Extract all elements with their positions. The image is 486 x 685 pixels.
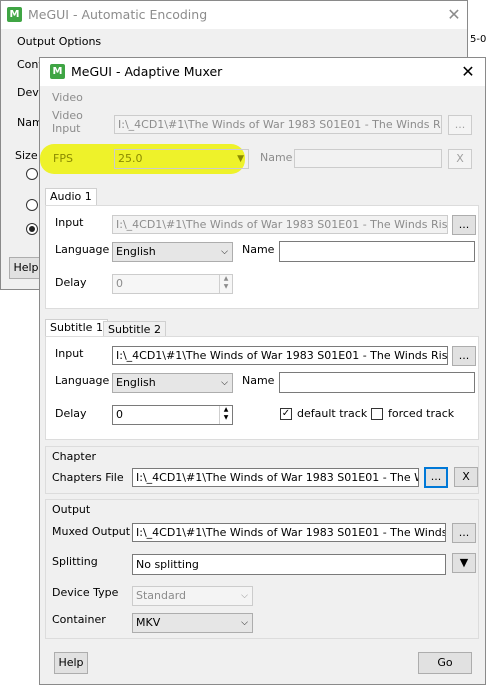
bg-size-radio-3[interactable] [26, 223, 38, 235]
output-options-group-label: Output Options [17, 35, 102, 48]
chapters-file-field[interactable]: I:\_4CD1\#1\The Winds of War 1983 S01E01… [132, 468, 419, 487]
bg-help-button[interactable]: Help [9, 257, 43, 279]
bg-size-label: Size [15, 149, 38, 162]
spin-arrows-icon[interactable]: ▲ ▼ [219, 275, 232, 293]
video-group-label: Video [52, 91, 83, 104]
subtitle-input-field[interactable]: I:\_4CD1\#1\The Winds of War 1983 S01E01… [112, 346, 448, 365]
chevron-down-icon: ⌵ [221, 247, 228, 257]
fps-value: 25.0 [118, 152, 143, 165]
subtitle-panel: Input I:\_4CD1\#1\The Winds of War 1983 … [45, 336, 479, 440]
subtitle-language-value: English [116, 376, 156, 389]
muxed-output-label: Muxed Output [52, 525, 131, 538]
audio-delay-label: Delay [55, 276, 87, 289]
audio-name-label: Name [242, 243, 275, 256]
audio-language-label: Language [55, 243, 110, 256]
container-value: MKV [136, 616, 161, 629]
bg-right-edge-text: 5-01 [470, 34, 486, 45]
megui-app-icon: M [50, 64, 65, 79]
subtitle-delay-label: Delay [55, 407, 87, 420]
audio-name-field[interactable] [279, 241, 475, 262]
video-browse-button[interactable]: ... [448, 115, 472, 135]
chapter-group-label: Chapter [52, 450, 96, 463]
bg-close-icon[interactable]: ✕ [446, 7, 462, 23]
splitting-field: No splitting [132, 554, 446, 575]
adaptive-muxer-dialog: M MeGUI - Adaptive Muxer ✕ Video Video I… [39, 57, 486, 685]
subtitle-delay-stepper[interactable]: 0 ▲ ▼ [112, 405, 233, 425]
subtitle-input-label: Input [55, 347, 84, 360]
subtitle-language-label: Language [55, 374, 110, 387]
chevron-down-icon: ⌵ [241, 591, 248, 601]
muxed-output-browse-button[interactable]: ... [452, 523, 476, 543]
device-type-label: Device Type [52, 586, 119, 599]
fps-label: FPS [53, 152, 73, 165]
splitting-label: Splitting [52, 555, 98, 568]
audio-input-field[interactable]: I:\_4CD1\#1\The Winds of War 1983 S01E01… [112, 215, 448, 234]
fps-select[interactable]: 25.0 ▼ [114, 149, 249, 169]
megui-app-icon: M [7, 7, 22, 22]
subtitle-delay-value: 0 [116, 408, 123, 421]
device-type-value: Standard [136, 589, 187, 602]
muxed-output-field[interactable]: I:\_4CD1\#1\The Winds of War 1983 S01E01… [132, 523, 446, 542]
video-name-label: Name [260, 151, 293, 164]
audio-delay-value: 0 [116, 277, 123, 290]
device-type-select[interactable]: Standard ⌵ [132, 586, 253, 606]
audio-delay-stepper[interactable]: 0 ▲ ▼ [112, 274, 233, 294]
container-select[interactable]: MKV ⌵ [132, 613, 253, 633]
video-input-label-line1: Video [52, 109, 83, 122]
chapters-browse-button[interactable]: ... [424, 467, 448, 488]
bg-window-title: MeGUI - Automatic Encoding [28, 7, 208, 22]
subtitle-name-field[interactable] [279, 372, 475, 393]
video-clear-button[interactable]: X [448, 149, 472, 169]
triangle-down-icon: ▼ [459, 556, 469, 569]
chapters-file-label: Chapters File [52, 471, 124, 484]
subtitle-language-select[interactable]: English ⌵ [112, 373, 233, 393]
tab-subtitle-2[interactable]: Subtitle 2 [103, 321, 166, 337]
video-input-field[interactable]: I:\_4CD1\#1\The Winds of War 1983 S01E01… [114, 115, 442, 134]
audio-panel: Input I:\_4CD1\#1\The Winds of War 1983 … [45, 205, 479, 309]
output-panel: Output Muxed Output I:\_4CD1\#1\The Wind… [45, 499, 479, 639]
chevron-down-icon: ⌵ [241, 618, 248, 628]
audio-language-value: English [116, 245, 156, 258]
video-name-field[interactable] [294, 149, 442, 168]
default-track-checkbox[interactable]: ✓ [280, 408, 292, 420]
chevron-down-icon: ⌵ [221, 378, 228, 388]
chapter-panel: Chapter Chapters File I:\_4CD1\#1\The Wi… [45, 446, 479, 494]
default-track-label: default track [297, 407, 368, 420]
tab-audio-1[interactable]: Audio 1 [45, 188, 97, 206]
video-input-label-line2: Input [52, 122, 81, 135]
tab-subtitle-1[interactable]: Subtitle 1 [45, 319, 108, 337]
help-button[interactable]: Help [54, 652, 88, 674]
subtitle-name-label: Name [242, 374, 275, 387]
output-group-label: Output [52, 503, 91, 516]
chevron-down-icon: ▼ [237, 154, 244, 164]
chapters-clear-button[interactable]: X [454, 467, 478, 487]
forced-track-label: forced track [388, 407, 455, 420]
go-button[interactable]: Go [418, 652, 472, 674]
bg-size-radio-2[interactable] [26, 199, 38, 211]
spin-arrows-icon[interactable]: ▲ ▼ [219, 406, 232, 424]
dialog-titlebar: M MeGUI - Adaptive Muxer ✕ [40, 58, 485, 86]
forced-track-checkbox[interactable] [371, 408, 383, 420]
audio-input-label: Input [55, 216, 84, 229]
dialog-close-icon[interactable]: ✕ [460, 64, 476, 80]
dialog-title: MeGUI - Adaptive Muxer [71, 64, 223, 79]
bg-titlebar: M MeGUI - Automatic Encoding ✕ [1, 1, 467, 29]
audio-browse-button[interactable]: ... [452, 215, 476, 235]
splitting-dropdown-button[interactable]: ▼ [452, 553, 476, 573]
audio-language-select[interactable]: English ⌵ [112, 242, 233, 262]
container-label: Container [52, 613, 106, 626]
bg-size-radio-1[interactable] [26, 168, 38, 180]
subtitle-browse-button[interactable]: ... [452, 346, 476, 366]
